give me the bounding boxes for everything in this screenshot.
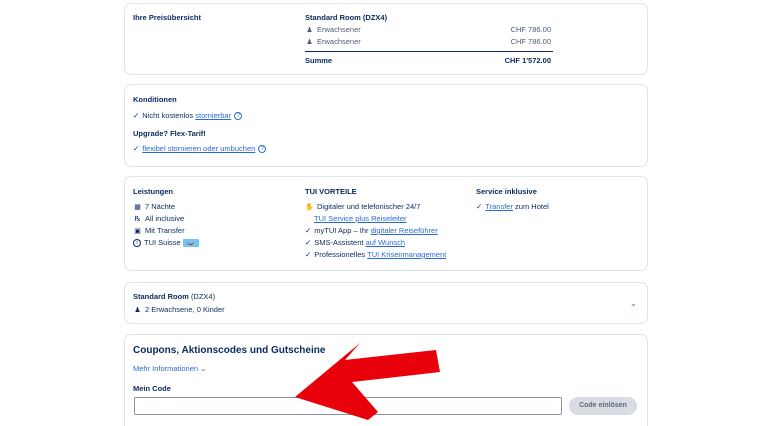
- check-icon: ✓: [305, 238, 312, 247]
- room-code: (DZX4): [190, 292, 216, 301]
- info-icon[interactable]: ?: [258, 145, 267, 154]
- calendar-icon: ▦: [134, 204, 141, 211]
- leistung-operator: i TUI Suisse: [133, 238, 199, 248]
- flex-link[interactable]: flexibel stornieren oder umbuchen: [142, 144, 255, 153]
- check-icon: ✓: [133, 111, 140, 120]
- room-name: Standard Room: [133, 292, 189, 301]
- vorteil-app-link[interactable]: digitaler Reiseführer: [371, 226, 438, 235]
- price-overview-heading: Ihre Preisübersicht: [133, 13, 201, 22]
- service-heading: Service inklusive: [476, 187, 537, 196]
- price-line-label: Erwachsener: [317, 37, 361, 46]
- price-overview-card: Ihre Preisübersicht Standard Room (DZX4)…: [124, 3, 648, 75]
- thumbs-up-icon: ✋: [305, 204, 314, 211]
- vorteil-sms-link[interactable]: auf Wunsch: [366, 238, 405, 247]
- room-accordion-title: Standard Room (DZX4): [133, 292, 215, 302]
- vorteil-text: Professionelles: [314, 250, 366, 259]
- vorteil-text: SMS-Assistent: [314, 238, 364, 247]
- flex-line: ✓ flexibel stornieren oder umbuchen?: [133, 144, 267, 154]
- check-icon: ✓: [133, 144, 140, 153]
- vorteil-service: ✋ Digitaler und telefonischer 24/7: [305, 202, 420, 213]
- conditions-heading: Konditionen: [133, 95, 177, 104]
- leistung-transfer: ▣ Mit Transfer: [133, 226, 185, 237]
- chevron-down-icon[interactable]: ⌄: [630, 299, 637, 308]
- person-icon: ♟: [134, 307, 141, 314]
- chevron-down-icon: ⌄: [200, 364, 207, 373]
- services-card: Leistungen ▦ 7 Nächte ℞ All inclusive ▣ Mit…: [124, 176, 648, 271]
- room-title: Standard Room (DZX4): [305, 13, 388, 22]
- price-line-1: ♟ Erwachsener: [305, 25, 361, 36]
- price-line-label: Erwachsener: [317, 25, 361, 34]
- person-icon: ♟: [306, 39, 313, 46]
- check-icon: ✓: [476, 202, 483, 211]
- more-info-label: Mehr Informationen: [133, 364, 199, 373]
- price-line-2: ♟ Erwachsener: [305, 37, 361, 48]
- coupon-heading: Coupons, Aktionscodes und Gutscheine: [133, 345, 326, 356]
- room-occupancy: ♟ 2 Erwachsene, 0 Kinder: [133, 305, 225, 316]
- leistung-label: TUI Suisse: [144, 238, 181, 247]
- more-info-link[interactable]: Mehr Informationen ⌄: [133, 364, 206, 374]
- info-icon: i: [133, 239, 141, 248]
- tui-logo-icon: [182, 239, 199, 248]
- vorteil-app: ✓ myTUI App – Ihr digitaler Reiseführer: [305, 226, 438, 236]
- vorteil-text: myTUI App – Ihr: [314, 226, 369, 235]
- price-line-1-amount: CHF 786.00: [510, 25, 551, 34]
- vorteil-crisis: ✓ Professionelles TUI Krisenmanagement: [305, 250, 446, 260]
- check-icon: ✓: [305, 226, 312, 235]
- total-divider: [305, 51, 553, 52]
- info-icon[interactable]: ?: [234, 112, 243, 121]
- total-label: Summe: [305, 56, 333, 65]
- vorteil-crisis-link[interactable]: TUI Krisenmanagement: [367, 250, 446, 259]
- vorteil-sms: ✓ SMS-Assistent auf Wunsch: [305, 238, 405, 248]
- leistung-board: ℞ All inclusive: [133, 214, 184, 225]
- price-line-2-amount: CHF 786.00: [510, 37, 551, 46]
- leistungen-heading: Leistungen: [133, 187, 174, 196]
- bus-icon: ▣: [134, 228, 141, 235]
- redeem-code-button[interactable]: Code einlösen: [569, 397, 637, 415]
- cutlery-icon: ℞: [134, 216, 141, 223]
- service-text: zum Hotel: [515, 202, 549, 211]
- leistung-label: Mit Transfer: [145, 226, 185, 235]
- code-field-label: Mein Code: [133, 384, 171, 393]
- upgrade-heading: Upgrade? Flex-Tarif!: [133, 129, 206, 138]
- cancellation-text: Nicht kostenlos: [142, 111, 194, 120]
- conditions-card: Konditionen ✓ Nicht kostenlos stornierbar…: [124, 84, 648, 167]
- service-transfer: ✓ Transfer zum Hotel: [476, 202, 549, 212]
- coupon-code-input[interactable]: [134, 397, 562, 415]
- total-amount: CHF 1'572.00: [504, 56, 551, 65]
- vorteile-heading: TUI VORTEILE: [305, 187, 357, 196]
- vorteil-service-link[interactable]: TUI Service plus Reiseleiter: [314, 214, 407, 224]
- room-accordion[interactable]: Standard Room (DZX4) ♟ 2 Erwachsene, 0 Ki…: [124, 282, 648, 324]
- check-icon: ✓: [305, 250, 312, 259]
- service-transfer-link[interactable]: Transfer: [485, 202, 513, 211]
- vorteil-text: Digitaler und telefonischer 24/7: [317, 202, 421, 211]
- cancellation-line: ✓ Nicht kostenlos stornierbar?: [133, 111, 243, 121]
- person-icon: ♟: [306, 27, 313, 34]
- leistung-label: 7 Nächte: [145, 202, 176, 211]
- occupancy-text: 2 Erwachsene, 0 Kinder: [145, 305, 225, 314]
- cancellation-link[interactable]: stornierbar: [195, 111, 231, 120]
- coupon-card: Coupons, Aktionscodes und Gutscheine Meh…: [124, 334, 648, 426]
- leistung-label: All inclusive: [145, 214, 185, 223]
- leistung-nights: ▦ 7 Nächte: [133, 202, 175, 213]
